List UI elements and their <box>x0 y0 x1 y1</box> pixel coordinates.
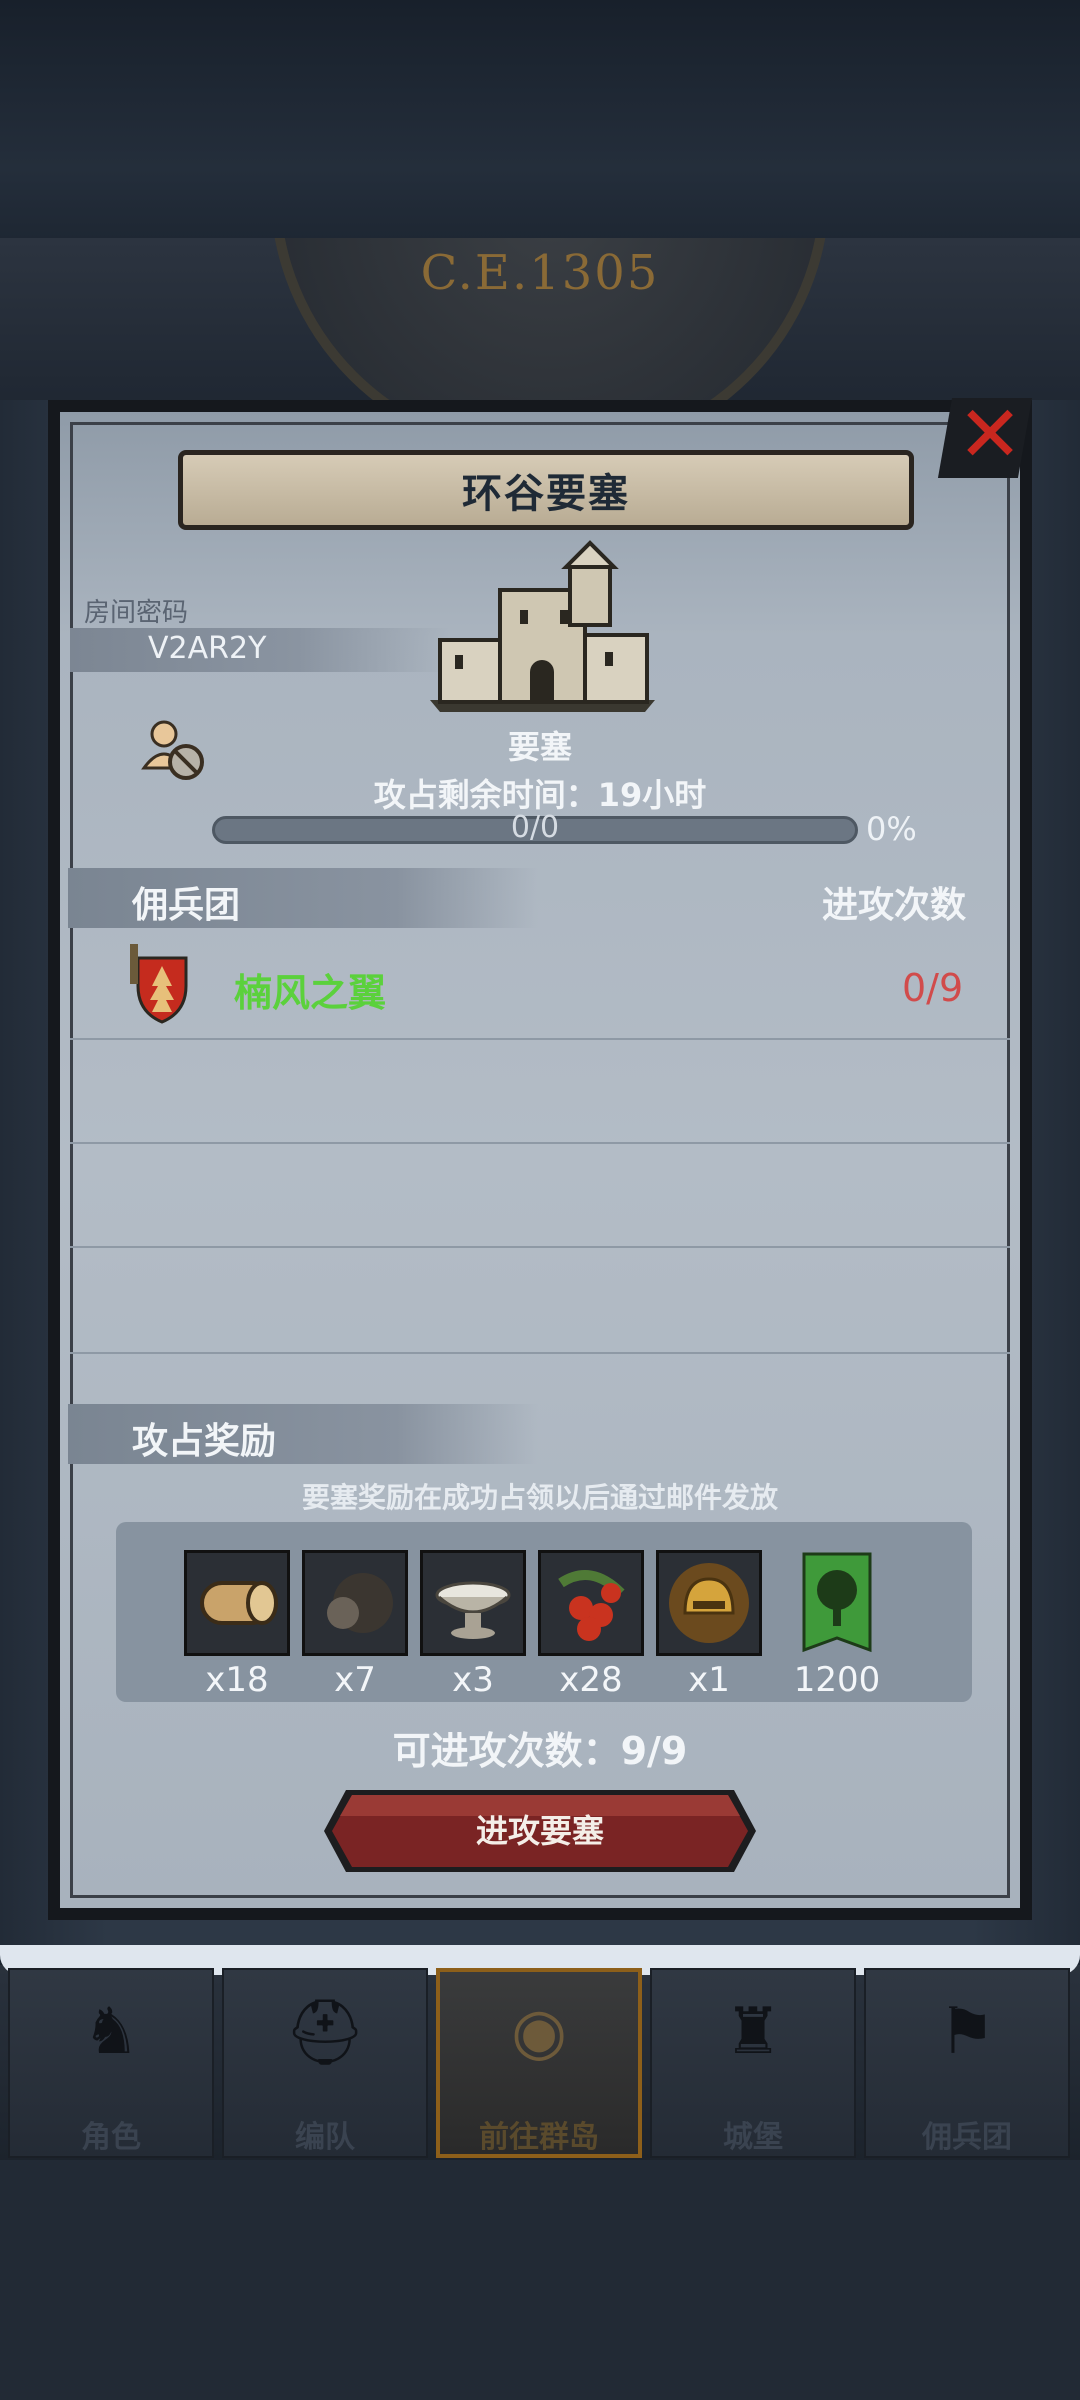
guild-name[interactable]: 楠风之翼 <box>234 962 386 1017</box>
room-password-label: 房间密码 <box>84 598 189 628</box>
row-divider <box>70 1246 1010 1248</box>
nav-label: 城堡 <box>723 2120 783 2155</box>
row-divider <box>70 1142 1010 1144</box>
fortress-label: 要塞 <box>507 728 572 766</box>
wood-log-icon[interactable] <box>184 1550 290 1656</box>
nav-label: 角色 <box>81 2120 141 2155</box>
nav-label: 前往群岛 <box>479 2120 599 2155</box>
available-attacks: 可进攻次数：9/9 <box>392 1729 688 1773</box>
knight-icon: ♞ <box>82 1995 140 2069</box>
reward-qty: x18 <box>205 1660 269 1700</box>
progress-percent: 0% <box>866 810 917 848</box>
row-divider <box>70 1352 1010 1354</box>
reward-qty: 1200 <box>793 1660 881 1700</box>
nav-label: 佣兵团 <box>922 2120 1012 2155</box>
bottom-background <box>0 2160 1080 2400</box>
green-tree-banner-icon[interactable] <box>800 1552 874 1656</box>
row-divider <box>70 1038 1010 1040</box>
top-background <box>0 0 1080 240</box>
room-password-value: V2AR2Y <box>148 631 267 666</box>
rewards-note: 要塞奖励在成功占领以后通过邮件发放 <box>301 1481 778 1514</box>
golden-helmet-icon[interactable] <box>656 1550 762 1656</box>
helmet-icon: ⛑ <box>284 1996 366 2070</box>
guild-emblem-icon <box>130 944 188 1024</box>
reward-qty: x7 <box>334 1660 376 1700</box>
attack-count-header: 进攻次数 <box>822 885 967 926</box>
era-year: C.E.1305 <box>420 245 660 301</box>
reward-qty: x1 <box>688 1660 730 1700</box>
rewards-title: 攻占奖励 <box>132 1421 277 1462</box>
castle-icon: ♜ <box>724 1995 782 2069</box>
guild-attack-count: 0/9 <box>902 966 964 1010</box>
progress-text: 0/0 <box>510 810 560 845</box>
nav-label: 编队 <box>295 2120 355 2155</box>
globe-icon: ◉ <box>511 1995 567 2069</box>
banner-icon: ⚑ <box>938 1995 996 2069</box>
close-button[interactable]: ✕ <box>950 395 1030 475</box>
silver-bowl-icon[interactable] <box>420 1550 526 1656</box>
fortress-icon <box>430 540 655 712</box>
red-berries-icon[interactable] <box>538 1550 644 1656</box>
mercenary-header: 佣兵团 <box>132 885 241 926</box>
reward-qty: x3 <box>452 1660 494 1700</box>
reward-qty: x28 <box>559 1660 623 1700</box>
attack-fortress-button[interactable]: 进攻要塞 <box>324 1790 756 1872</box>
dialog-title: 环谷要塞 <box>178 450 914 530</box>
truffle-icon[interactable] <box>302 1550 408 1656</box>
